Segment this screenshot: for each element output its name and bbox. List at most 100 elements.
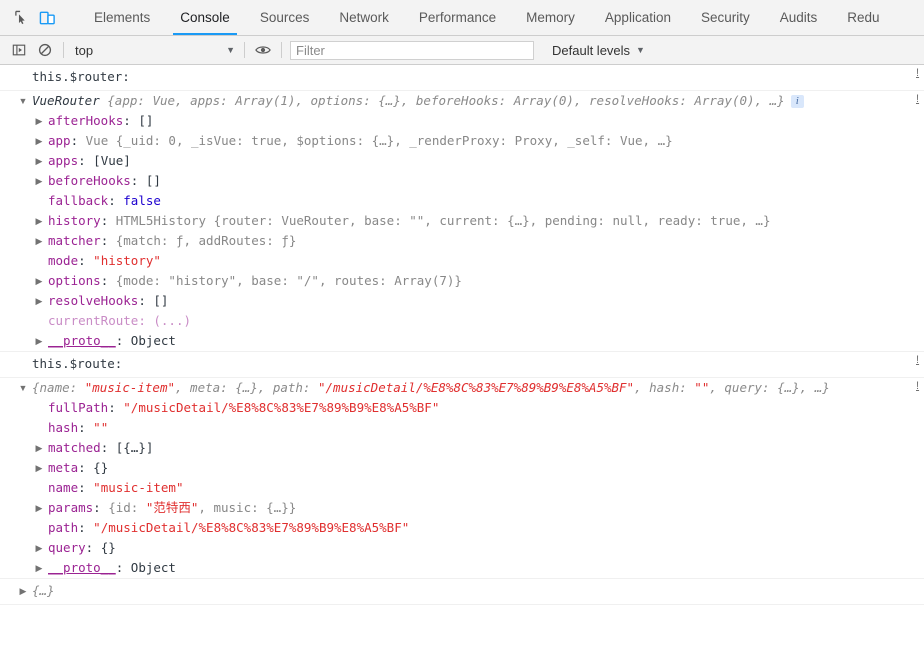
filterbar-divider-1: [63, 42, 64, 58]
tab-console[interactable]: Console: [165, 0, 245, 35]
property-value: {}: [93, 460, 109, 475]
object-property-row[interactable]: ▶ beforeHooks: []: [0, 171, 924, 191]
preview-open: {: [99, 93, 115, 108]
execution-context-select[interactable]: top ▼: [69, 40, 239, 60]
object-proto-row[interactable]: ▶ __proto__: Object: [0, 331, 924, 351]
expand-triangle-icon[interactable]: ▶: [34, 498, 44, 518]
console-message-object-2[interactable]: ▼ {name: "music-item", meta: {…}, path: …: [0, 378, 924, 579]
tab-redux[interactable]: Redu: [832, 0, 894, 35]
expand-triangle-icon[interactable]: ▶: [34, 438, 44, 458]
tab-label: Performance: [418, 10, 497, 25]
console-sidebar-icon[interactable]: [6, 39, 32, 61]
tab-performance[interactable]: Performance: [404, 0, 511, 35]
expand-triangle-icon[interactable]: ▶: [34, 151, 44, 171]
console-message-object-3[interactable]: ▶ {…}: [0, 579, 924, 605]
expand-triangle-icon[interactable]: ▶: [34, 271, 44, 291]
tab-network[interactable]: Network: [324, 0, 404, 35]
property-value: Vue {_uid: 0, _isVue: true, $options: {……: [85, 133, 673, 148]
live-expression-eye-icon[interactable]: [250, 39, 276, 61]
info-badge-icon[interactable]: i: [790, 95, 804, 108]
property-name: matcher: [48, 233, 101, 248]
object-property-row[interactable]: ▶ history: HTML5History {router: VueRout…: [0, 211, 924, 231]
tab-label: Memory: [526, 10, 575, 25]
expand-triangle-icon[interactable]: ▶: [34, 211, 44, 231]
source-link[interactable]: !: [916, 93, 924, 105]
object-property-row[interactable]: ▶ matcher: {match: ƒ, addRoutes: ƒ}: [0, 231, 924, 251]
preview-key: app:: [114, 93, 153, 108]
property-name: meta: [48, 460, 79, 475]
tab-sources[interactable]: Sources: [245, 0, 325, 35]
property-name: fullPath: [48, 400, 109, 415]
object-proto-row[interactable]: ▶ __proto__: Object: [0, 558, 924, 578]
source-link[interactable]: !: [916, 67, 924, 79]
device-toolbar-icon[interactable]: [34, 5, 60, 31]
console-message-object-1[interactable]: ▼ VueRouter {app: Vue, apps: Array(1), o…: [0, 91, 924, 352]
preview-key: options:: [310, 93, 379, 108]
console-message-command-1[interactable]: this.$router: !: [0, 65, 924, 91]
tab-label: Redu: [847, 10, 880, 25]
property-value: [Vue]: [93, 153, 131, 168]
object-property-row[interactable]: ▶ apps: [Vue]: [0, 151, 924, 171]
property-name: matched: [48, 440, 101, 455]
expand-triangle-icon[interactable]: ▶: [34, 558, 44, 578]
property-value: false: [123, 193, 161, 208]
property-value: []: [138, 113, 154, 128]
object-property-row[interactable]: ▶ app: Vue {_uid: 0, _isVue: true, $opti…: [0, 131, 924, 151]
tab-label: Security: [700, 10, 750, 25]
property-name: path: [48, 520, 79, 535]
console-message-command-2[interactable]: this.$route: !: [0, 352, 924, 378]
expand-triangle-icon[interactable]: ▶: [34, 458, 44, 478]
preview-open: {: [32, 380, 40, 395]
object-property-row[interactable]: hash: "": [0, 418, 924, 438]
object-property-row[interactable]: name: "music-item": [0, 478, 924, 498]
object-preview-row[interactable]: ▼ VueRouter {app: Vue, apps: Array(1), o…: [0, 91, 924, 111]
tab-elements[interactable]: Elements: [79, 0, 165, 35]
expand-triangle-icon[interactable]: ▶: [34, 111, 44, 131]
collapse-triangle-icon[interactable]: ▼: [18, 91, 28, 111]
object-property-row[interactable]: ▶ matched: [{…}]: [0, 438, 924, 458]
console-output[interactable]: this.$router: ! ▼ VueRouter {app: Vue, a…: [0, 65, 924, 649]
tab-memory[interactable]: Memory: [511, 0, 590, 35]
property-name: mode: [48, 253, 79, 268]
object-property-row[interactable]: ▶ params: {id: "范特西", music: {…}}: [0, 498, 924, 518]
property-value: "": [93, 420, 109, 435]
object-property-row[interactable]: fullPath: "/musicDetail/%E8%8C%83%E7%89%…: [0, 398, 924, 418]
object-getter-row[interactable]: currentRoute: (...): [0, 311, 924, 331]
object-property-row[interactable]: mode: "history": [0, 251, 924, 271]
property-value: {}: [100, 540, 116, 555]
clear-console-icon[interactable]: [32, 39, 58, 61]
inspect-cursor-icon[interactable]: [8, 5, 34, 31]
filter-input[interactable]: [290, 40, 534, 60]
object-property-row[interactable]: path: "/musicDetail/%E8%8C%83%E7%89%B9%E…: [0, 518, 924, 538]
expand-triangle-icon[interactable]: ▶: [34, 331, 44, 351]
tab-audits[interactable]: Audits: [765, 0, 833, 35]
expand-triangle-icon[interactable]: ▶: [18, 581, 28, 601]
source-link[interactable]: !: [916, 380, 924, 392]
log-levels-select[interactable]: Default levels ▼: [546, 40, 651, 60]
source-link[interactable]: !: [916, 354, 924, 366]
object-property-row[interactable]: ▶ options: {mode: "history", base: "/", …: [0, 271, 924, 291]
expand-triangle-icon[interactable]: ▶: [34, 291, 44, 311]
expand-triangle-icon[interactable]: ▶: [34, 538, 44, 558]
execution-context-value: top: [75, 42, 94, 58]
property-name: beforeHooks: [48, 173, 131, 188]
expand-triangle-icon[interactable]: ▶: [34, 231, 44, 251]
object-preview-row[interactable]: ▶ {…}: [0, 581, 924, 601]
object-property-row[interactable]: ▶ query: {}: [0, 538, 924, 558]
panel-tabs: Elements Console Sources Network Perform…: [79, 0, 924, 35]
command-text: this.$router:: [32, 69, 130, 84]
tab-security[interactable]: Security: [686, 0, 765, 35]
object-property-row[interactable]: ▶ resolveHooks: []: [0, 291, 924, 311]
property-value: "/musicDetail/%E8%8C%83%E7%89%B9%E8%A5%B…: [123, 400, 440, 415]
collapse-triangle-icon[interactable]: ▼: [18, 378, 28, 398]
devtools-tabbar: Elements Console Sources Network Perform…: [0, 0, 924, 36]
property-value: "music-item": [93, 480, 184, 495]
expand-triangle-icon[interactable]: ▶: [34, 171, 44, 191]
object-property-row[interactable]: fallback: false: [0, 191, 924, 211]
object-property-row[interactable]: ▶ meta: {}: [0, 458, 924, 478]
tab-application[interactable]: Application: [590, 0, 686, 35]
property-value: (...): [153, 313, 192, 328]
object-preview-row[interactable]: ▼ {name: "music-item", meta: {…}, path: …: [0, 378, 924, 398]
object-property-row[interactable]: ▶ afterHooks: []: [0, 111, 924, 131]
expand-triangle-icon[interactable]: ▶: [34, 131, 44, 151]
